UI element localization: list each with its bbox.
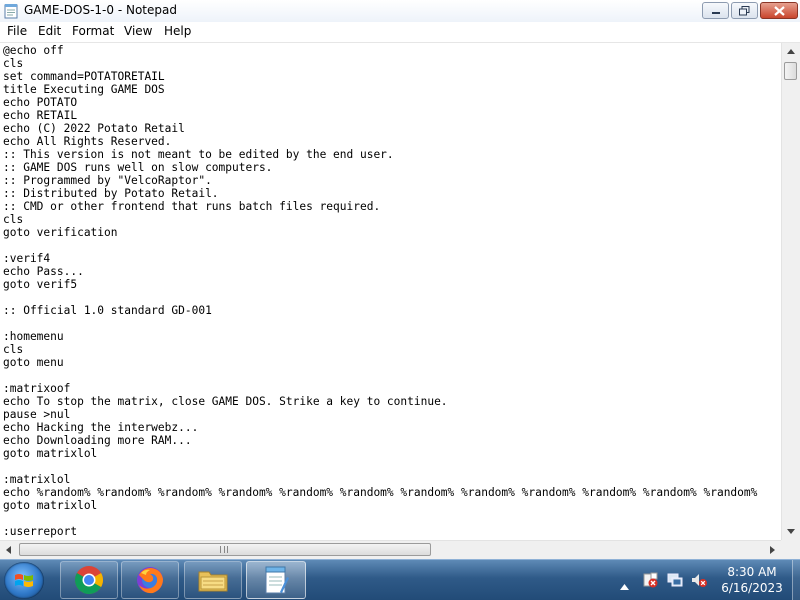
file-explorer-icon (198, 571, 228, 592)
clock-date: 6/16/2023 (721, 581, 783, 595)
editor-line: :homemenu (3, 330, 64, 343)
editor-line: echo (C) 2022 Potato Retail (3, 122, 185, 135)
editor-line: echo Hacking the interwebz... (3, 421, 199, 434)
editor-line: set command=POTATORETAIL (3, 70, 165, 83)
editor-line: echo %random% %random% %random% %random%… (3, 486, 758, 499)
editor-line: echo All Rights Reserved. (3, 135, 172, 148)
network-icon[interactable] (667, 572, 683, 588)
editor-line: echo RETAIL (3, 109, 78, 122)
close-button[interactable] (760, 2, 798, 19)
editor-line: goto menu (3, 356, 64, 369)
text-editor[interactable]: @echo off cls set command=POTATORETAIL titl… (0, 43, 781, 540)
editor-line: :matrixlol (3, 473, 71, 486)
menu-help[interactable]: Help (164, 24, 191, 38)
scrollbar-corner (781, 540, 800, 559)
editor-line: :: Programmed by "VelcoRaptor". (3, 174, 212, 187)
editor-line: :: This version is not meant to be edite… (3, 148, 394, 161)
taskbar-notepad-button[interactable] (246, 561, 306, 599)
editor-line: :matrixoof (3, 382, 71, 395)
scroll-up-button[interactable] (782, 43, 800, 60)
scroll-left-button[interactable] (0, 541, 17, 559)
show-hidden-icons-button[interactable] (620, 575, 629, 594)
restore-icon (739, 5, 750, 15)
start-button[interactable] (4, 562, 44, 599)
editor-line: :verif4 (3, 252, 51, 265)
scroll-grip-icon (220, 546, 228, 553)
arrow-left-icon (6, 546, 11, 554)
editor-line: :: Official 1.0 standard GD-001 (3, 304, 212, 317)
editor-line: goto verif5 (3, 278, 78, 291)
clock-time: 8:30 AM (727, 565, 777, 579)
editor-line: goto matrixlol (3, 447, 98, 460)
editor-content: @echo off cls set command=POTATORETAIL titl… (3, 44, 757, 538)
horizontal-scroll-thumb[interactable] (19, 543, 431, 556)
editor-line: echo POTATO (3, 96, 78, 109)
scroll-right-button[interactable] (764, 541, 781, 559)
editor-line: :userreport (3, 525, 78, 538)
windows-logo-icon (15, 573, 33, 587)
menu-format[interactable]: Format (72, 24, 114, 38)
close-icon (773, 5, 785, 16)
taskbar: 8:30 AM 6/16/2023 (0, 559, 800, 600)
editor-line: cls (3, 343, 24, 356)
scroll-down-button[interactable] (782, 523, 800, 540)
editor-line: goto matrixlol (3, 499, 98, 512)
horizontal-scrollbar[interactable] (0, 540, 781, 559)
notepad-icon (265, 566, 289, 594)
arrow-down-icon (787, 529, 795, 534)
menu-edit[interactable]: Edit (38, 24, 61, 38)
vertical-scroll-thumb[interactable] (784, 62, 797, 80)
minimize-icon (711, 11, 720, 14)
minimize-button[interactable] (702, 2, 729, 19)
chevron-up-icon (620, 584, 629, 590)
menu-file[interactable]: File (7, 24, 27, 38)
editor-line: :: CMD or other frontend that runs batch… (3, 200, 381, 213)
arrow-right-icon (770, 546, 775, 554)
show-desktop-button[interactable] (792, 560, 800, 600)
taskbar-chrome-button[interactable] (60, 561, 118, 599)
system-clock[interactable]: 8:30 AM 6/16/2023 (714, 564, 790, 596)
editor-line: goto verification (3, 226, 118, 239)
title-bar[interactable]: GAME-DOS-1-0 - Notepad (0, 0, 800, 23)
action-center-icon[interactable] (642, 572, 658, 588)
taskbar-firefox-button[interactable] (121, 561, 179, 599)
chrome-icon (75, 566, 103, 594)
notepad-app-icon[interactable] (4, 3, 18, 19)
menu-view[interactable]: View (124, 24, 152, 38)
menu-bar: File Edit Format View Help (0, 22, 800, 43)
volume-muted-icon[interactable] (691, 572, 707, 588)
editor-line: cls (3, 213, 24, 226)
maximize-button[interactable] (731, 2, 758, 19)
vertical-scrollbar[interactable] (781, 43, 800, 540)
firefox-icon (137, 567, 163, 594)
editor-line: pause >nul (3, 408, 71, 421)
editor-line: :: GAME DOS runs well on slow computers. (3, 161, 273, 174)
arrow-up-icon (787, 49, 795, 54)
taskbar-file-explorer-button[interactable] (184, 561, 242, 599)
editor-line: echo Downloading more RAM... (3, 434, 192, 447)
editor-line: echo To stop the matrix, close GAME DOS.… (3, 395, 448, 408)
editor-line: :: Distributed by Potato Retail. (3, 187, 219, 200)
window-title: GAME-DOS-1-0 - Notepad (24, 3, 177, 17)
editor-line: @echo off (3, 44, 64, 57)
editor-line: cls (3, 57, 24, 70)
editor-line: title Executing GAME DOS (3, 83, 165, 96)
editor-line: echo Pass... (3, 265, 84, 278)
